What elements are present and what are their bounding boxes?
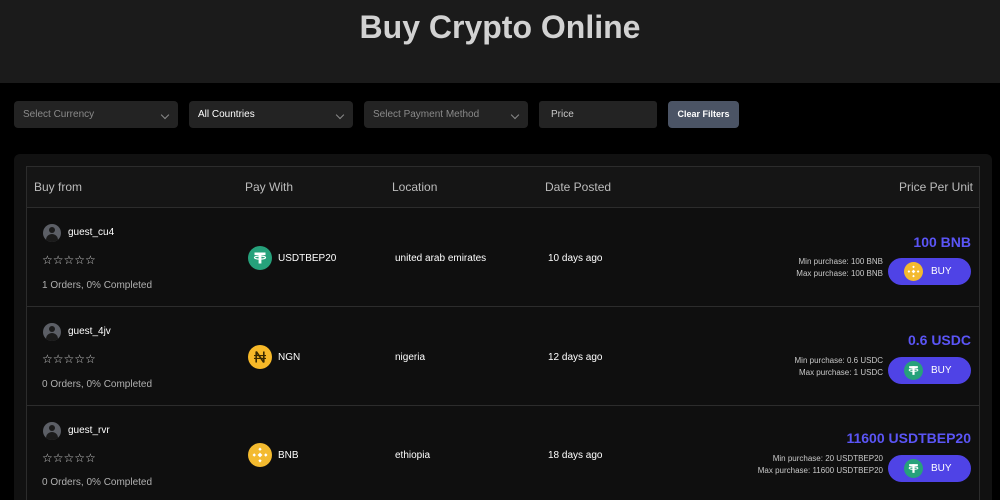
country-select[interactable]: All Countries — [189, 101, 353, 128]
chevron-down-icon — [335, 110, 345, 120]
column-header-location: Location — [392, 180, 438, 194]
buy-button-label: BUY — [931, 266, 952, 277]
location-text: nigeria — [395, 352, 426, 363]
min-purchase-text: Min purchase: 20 USDTBEP20 — [772, 454, 883, 463]
column-header-date-posted: Date Posted — [545, 180, 612, 194]
column-header-price-per-unit: Price Per Unit — [898, 180, 973, 194]
rating-stars: ☆☆☆☆☆ — [42, 253, 96, 267]
bnb-icon — [904, 262, 923, 281]
avatar — [43, 422, 61, 440]
buy-button-label: BUY — [931, 463, 952, 474]
seller-orders: 0 Orders, 0% Completed — [42, 379, 153, 390]
buy-button-label: BUY — [931, 365, 952, 376]
tether-icon — [248, 246, 272, 270]
buy-button[interactable]: BUY — [888, 455, 971, 482]
avatar — [43, 224, 61, 242]
table-row: guest_cu4 ☆☆☆☆☆ 1 Orders, 0% Completed U… — [27, 208, 979, 307]
seller-orders: 1 Orders, 0% Completed — [42, 280, 153, 291]
price-amount: 0.6 USDC — [907, 332, 971, 348]
pay-with-label: NGN — [278, 352, 301, 363]
offers-table: Buy from Pay With Location Date Posted P… — [26, 166, 980, 500]
column-header-pay-with: Pay With — [245, 180, 294, 194]
seller-username[interactable]: guest_rvr — [68, 425, 110, 436]
date-posted-text: 10 days ago — [548, 253, 603, 264]
clear-filters-button[interactable]: Clear Filters — [668, 101, 739, 128]
purchase-limits: Min purchase: 0.6 USDC Max purchase: 1 U… — [795, 355, 883, 379]
chevron-down-icon — [510, 110, 520, 120]
table-row: guest_4jv ☆☆☆☆☆ 0 Orders, 0% Completed N… — [27, 307, 979, 406]
page-title: Buy Crypto Online — [359, 9, 641, 45]
max-purchase-text: Max purchase: 100 BNB — [796, 269, 883, 278]
pay-with-label: BNB — [278, 450, 299, 461]
purchase-limits: Min purchase: 20 USDTBEP20 Max purchase:… — [758, 453, 883, 477]
currency-select-label: Select Currency — [23, 109, 95, 120]
payment-method-select[interactable]: Select Payment Method — [364, 101, 528, 128]
currency-select[interactable]: Select Currency — [14, 101, 178, 128]
table-row: guest_rvr ☆☆☆☆☆ 0 Orders, 0% Completed B… — [27, 406, 979, 500]
rating-stars: ☆☆☆☆☆ — [42, 451, 96, 465]
buy-button[interactable]: BUY — [888, 357, 971, 384]
bnb-icon — [248, 443, 272, 467]
max-purchase-text: Max purchase: 1 USDC — [798, 368, 883, 377]
price-amount: 100 BNB — [913, 234, 971, 250]
purchase-limits: Min purchase: 100 BNB Max purchase: 100 … — [796, 256, 883, 280]
tether-icon — [904, 361, 923, 380]
column-header-buy-from: Buy from — [34, 180, 83, 194]
table-header: Buy from Pay With Location Date Posted P… — [27, 167, 979, 208]
pay-with-label: USDTBEP20 — [278, 253, 337, 264]
page-header: Buy Crypto Online — [0, 0, 1000, 83]
avatar — [43, 323, 61, 341]
chevron-down-icon — [160, 110, 170, 120]
date-posted-text: 12 days ago — [548, 352, 603, 363]
tether-icon — [904, 459, 923, 478]
location-text: ethiopia — [395, 450, 431, 461]
max-purchase-text: Max purchase: 11600 USDTBEP20 — [757, 466, 883, 475]
location-text: united arab emirates — [395, 253, 487, 264]
buy-button[interactable]: BUY — [888, 258, 971, 285]
seller-username[interactable]: guest_4jv — [68, 326, 111, 337]
price-amount: 11600 USDTBEP20 — [846, 430, 971, 446]
filter-bar: Select Currency All Countries Select Pay… — [0, 101, 1000, 128]
min-purchase-text: Min purchase: 100 BNB — [798, 257, 884, 266]
payment-select-label: Select Payment Method — [373, 109, 480, 120]
seller-username[interactable]: guest_cu4 — [68, 227, 114, 238]
seller-orders: 0 Orders, 0% Completed — [42, 477, 153, 488]
country-select-label: All Countries — [198, 109, 255, 120]
price-input[interactable] — [539, 101, 657, 128]
naira-icon — [248, 345, 272, 369]
date-posted-text: 18 days ago — [548, 450, 603, 461]
min-purchase-text: Min purchase: 0.6 USDC — [794, 356, 883, 365]
rating-stars: ☆☆☆☆☆ — [42, 352, 96, 366]
